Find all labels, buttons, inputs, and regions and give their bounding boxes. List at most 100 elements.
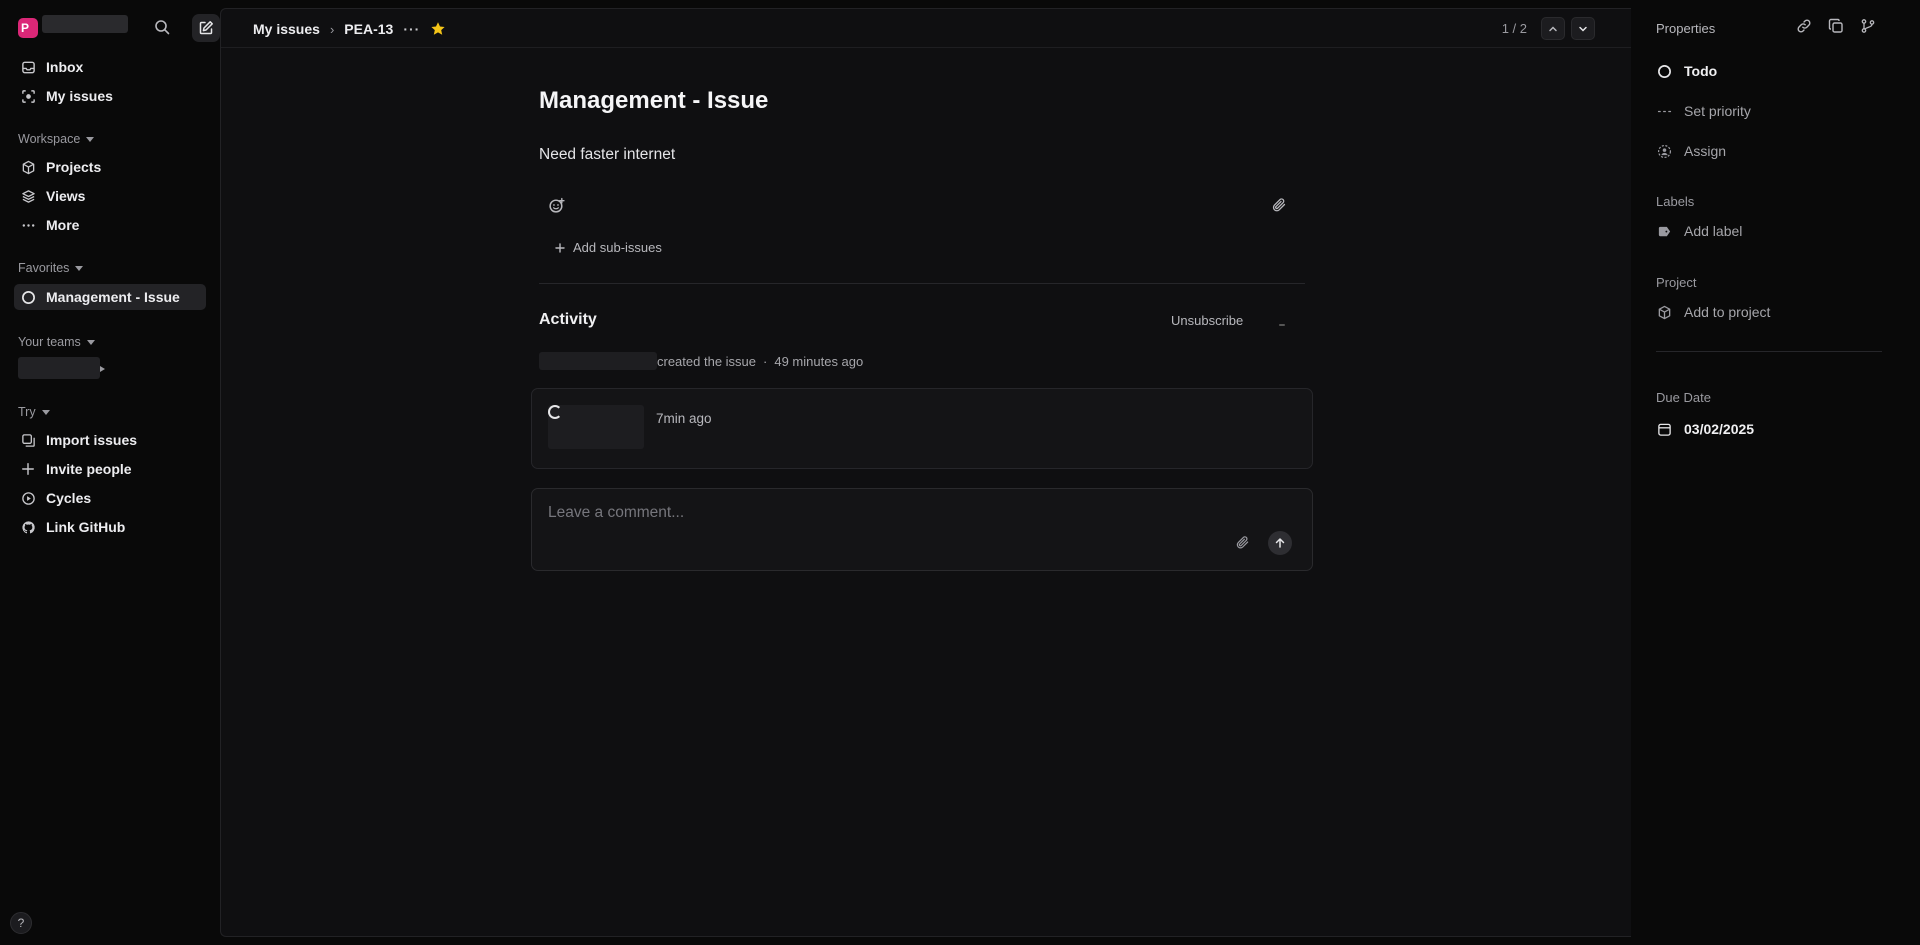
issue-more-button[interactable]: ··· [403,21,420,37]
subscriber-avatar[interactable] [1279,324,1285,326]
assignee-value: Assign [1684,143,1727,159]
workspace-header: P [14,14,220,42]
pager-count: 1 / 2 [1501,21,1527,36]
comment-time: 7min ago [656,411,712,426]
cycles-icon [20,490,36,506]
chevron-up-icon [1549,25,1557,31]
labels-heading: Labels [1656,194,1695,209]
issue-detail-panel: My issues › PEA-13 ··· 1 / 2 Management … [220,8,1631,937]
activity-created-text: created the issue [657,353,757,369]
issue-header: My issues › PEA-13 ··· 1 / 2 [221,9,1631,48]
next-issue-button[interactable] [1571,17,1595,40]
comment-author-redacted[interactable] [548,405,644,449]
sidebar-item-label: Management - Issue [46,289,180,305]
teams-section-toggle[interactable]: Your teams [18,335,95,349]
comment-composer [531,488,1313,571]
properties-actions [1796,18,1876,34]
workspace-name-redacted[interactable] [42,15,128,33]
copy-id-icon[interactable] [1828,18,1844,34]
comment-input[interactable] [548,501,1148,525]
add-sub-issues-button[interactable]: Add sub-issues [555,240,662,255]
todo-circle-icon [20,289,36,305]
workspace-section-toggle[interactable]: Workspace [18,132,95,146]
sidebar-item-inbox[interactable]: Inbox [14,54,206,80]
my-issues-icon [20,88,36,104]
priority-property[interactable]: Set priority [1656,103,1751,119]
issue-title[interactable]: Management - Issue [539,87,768,115]
inbox-icon [20,59,36,75]
due-date-heading: Due Date [1656,390,1711,405]
sidebar-item-favorite-issue[interactable]: Management - Issue [14,284,206,310]
workspace-logo[interactable]: P [18,18,38,38]
sidebar-item-label: Projects [46,159,102,175]
sidebar-item-projects[interactable]: Projects [14,154,206,180]
section-label: Try [18,405,36,419]
assignee-property[interactable]: Assign [1656,143,1726,159]
divider [539,283,1305,284]
tag-icon [1656,223,1672,239]
breadcrumb-my-issues[interactable]: My issues [253,21,320,37]
properties-panel: Properties Todo Set priority Assign Labe… [1632,8,1920,937]
sidebar-item-views[interactable]: Views [14,183,206,209]
sidebar-item-import-issues[interactable]: Import issues [14,427,206,453]
layers-icon [20,188,36,204]
copy-link-icon[interactable] [1796,18,1812,34]
activity-created-entry: created the issue · 49 minutes ago [539,351,863,371]
avatar [548,405,562,419]
creator-name-redacted[interactable] [539,352,657,370]
due-date-value: 03/02/2025 [1684,421,1755,437]
issue-description[interactable]: Need faster internet [539,146,675,164]
sidebar-item-link-github[interactable]: Link GitHub [14,514,206,540]
breadcrumb: My issues › PEA-13 ··· [253,21,446,37]
sidebar-item-cycles[interactable]: Cycles [14,485,206,511]
issue-pager: 1 / 2 [1502,17,1595,40]
breadcrumb-issue-id[interactable]: PEA-13 [344,21,393,37]
try-section-toggle[interactable]: Try [18,405,50,419]
attach-file-icon[interactable] [1271,197,1287,213]
breadcrumb-separator: › [329,21,335,37]
add-to-project-text: Add to project [1684,304,1771,320]
add-sub-issues-label: Add sub-issues [573,240,662,255]
section-label: Workspace [18,132,81,146]
add-label-text: Add label [1684,223,1743,239]
project-heading: Project [1656,275,1697,290]
sidebar: P Inbox My issues Workspace Projects Vie… [0,0,220,945]
unsubscribe-button[interactable]: Unsubscribe [1171,313,1243,328]
due-date-property[interactable]: 03/02/2025 [1656,421,1754,437]
add-reaction-icon[interactable] [548,197,565,214]
add-label-button[interactable]: Add label [1656,223,1742,239]
github-icon [20,519,36,535]
divider [1656,351,1882,352]
sidebar-item-label: Import issues [46,432,138,448]
sidebar-item-label: More [46,217,80,233]
sidebar-item-invite-people[interactable]: Invite people [14,456,206,482]
new-issue-button[interactable] [192,14,220,42]
previous-issue-button[interactable] [1541,17,1565,40]
add-to-project-button[interactable]: Add to project [1656,304,1770,320]
favorites-section-toggle[interactable]: Favorites [18,261,84,275]
arrow-up-icon [1275,538,1285,548]
section-label: Your teams [18,335,81,349]
sidebar-item-more[interactable]: More [14,212,206,238]
cube-icon [20,159,36,175]
sidebar-item-label: Views [46,188,86,204]
status-property[interactable]: Todo [1656,63,1717,79]
todo-circle-icon [1656,63,1672,79]
help-button[interactable]: ? [10,912,32,934]
plus-icon [555,242,565,253]
activity-created-time: 49 minutes ago [774,353,864,369]
no-priority-icon [1656,103,1672,119]
team-name-redacted[interactable] [18,357,100,379]
calendar-icon [1656,421,1672,437]
plus-icon [20,461,36,477]
sidebar-item-my-issues[interactable]: My issues [14,83,206,109]
ellipsis-icon [20,217,36,233]
activity-separator: · [763,353,768,369]
caret-right-icon[interactable] [100,366,105,372]
favorite-star-icon[interactable] [430,21,446,37]
search-icon[interactable] [154,19,172,37]
send-comment-button[interactable] [1268,531,1292,555]
status-value: Todo [1684,63,1718,79]
git-branch-icon[interactable] [1860,18,1876,34]
comment-attach-icon[interactable] [1235,535,1250,550]
